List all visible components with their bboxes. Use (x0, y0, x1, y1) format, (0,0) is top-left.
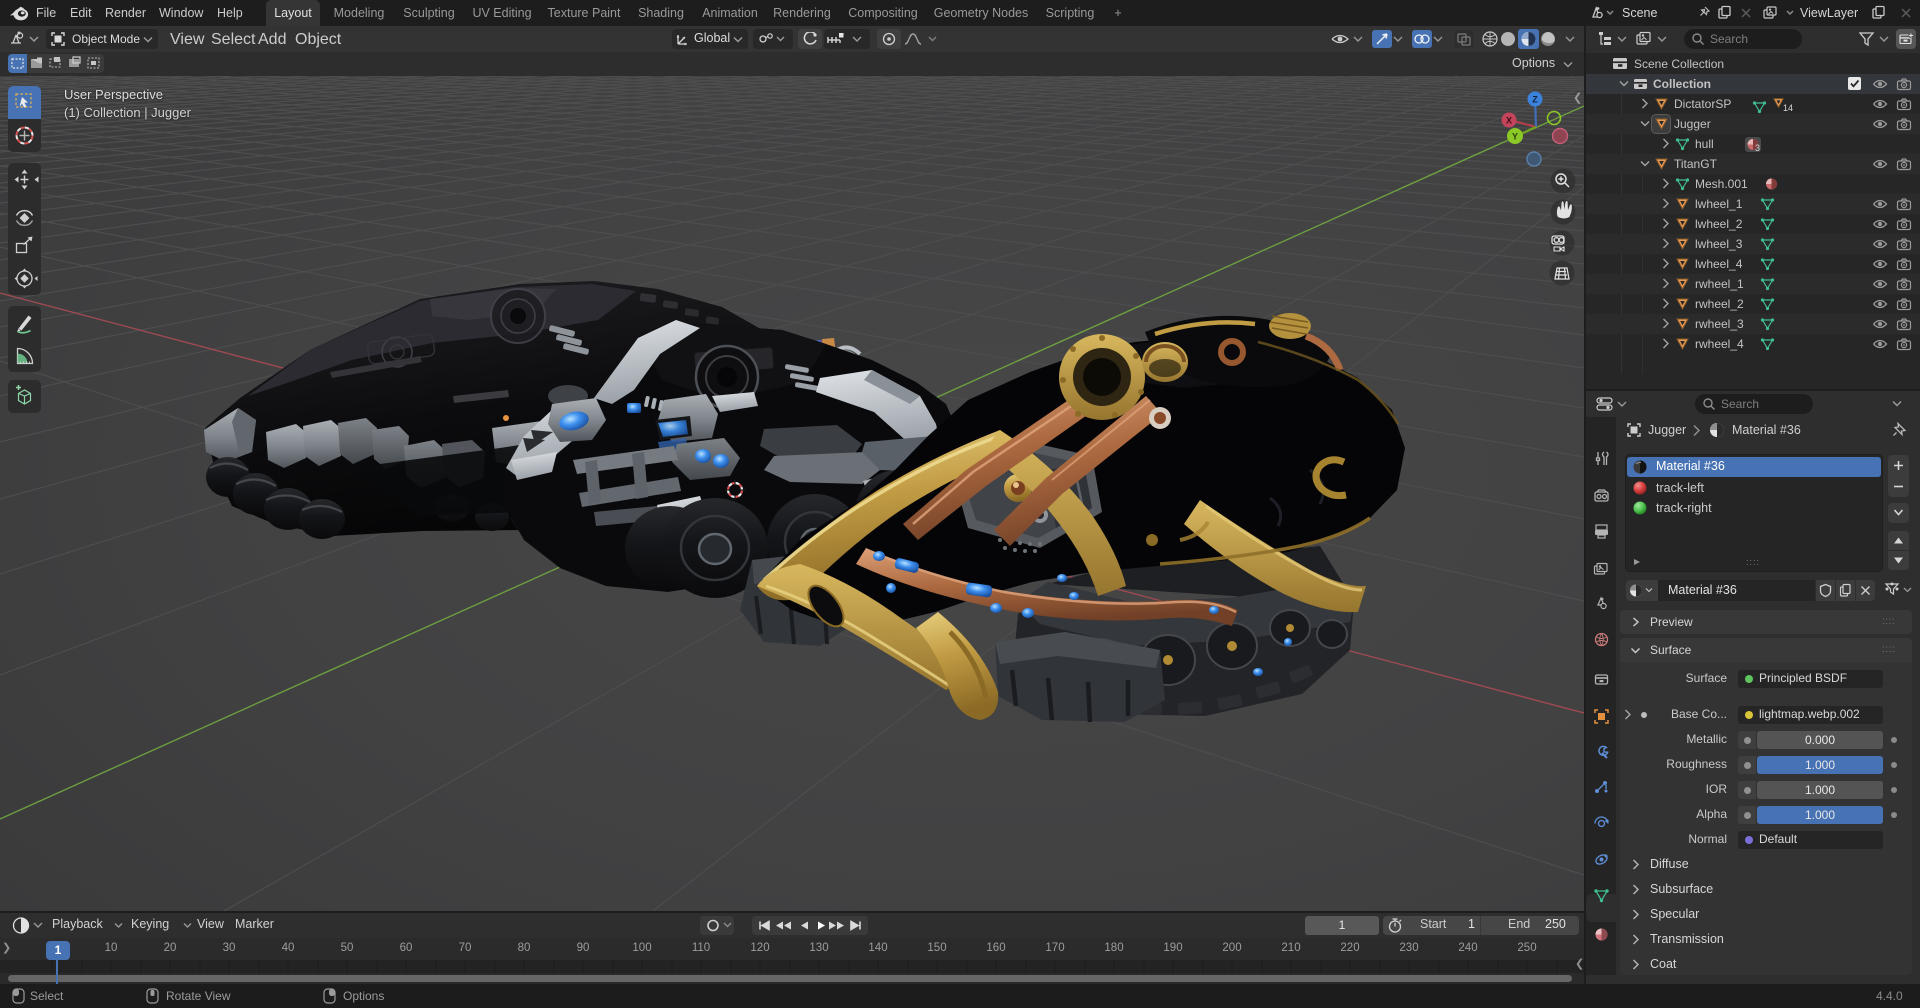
svg-text:Y: Y (1512, 132, 1518, 142)
svg-text:Z: Z (1532, 94, 1538, 104)
svg-text:X: X (1506, 115, 1512, 125)
